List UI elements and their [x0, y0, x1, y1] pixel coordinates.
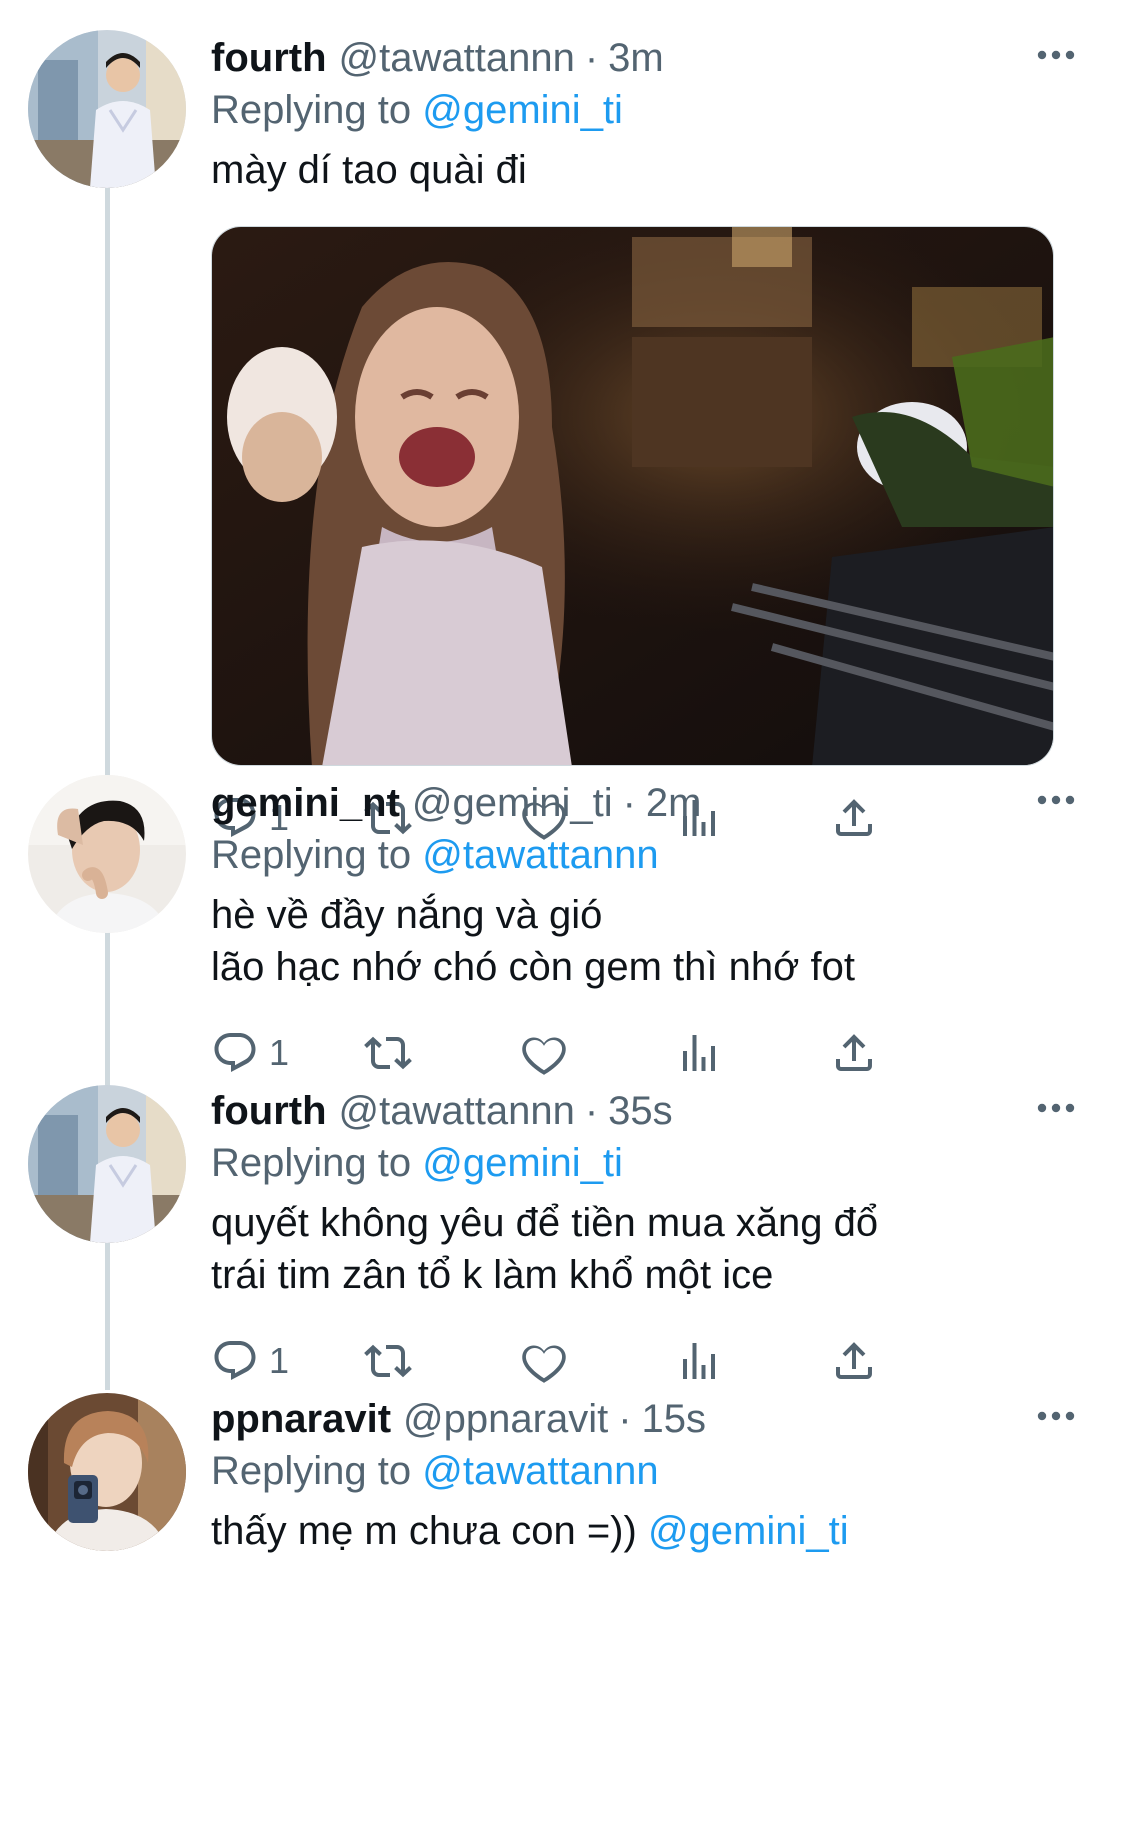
replying-to: Replying to @gemini_ti — [211, 84, 1085, 136]
mention-link[interactable]: @tawattannn — [422, 833, 658, 877]
tweet[interactable]: gemini_nt @gemini_ti · 2m Replying to @t… — [0, 775, 1125, 1075]
replying-to-label: Replying to — [211, 1449, 412, 1493]
tweet[interactable]: fourth @tawattannn · 3m Replying to @gem… — [0, 30, 1125, 870]
replying-to: Replying to @tawattannn — [211, 1445, 1085, 1497]
avatar[interactable] — [28, 30, 186, 188]
timestamp[interactable]: 15s — [642, 1393, 707, 1445]
separator: · — [584, 1089, 599, 1133]
author-handle[interactable]: @tawattannn — [339, 32, 575, 84]
replying-to-label: Replying to — [211, 1141, 412, 1185]
mention-link[interactable]: @gemini_ti — [422, 1141, 623, 1185]
author-handle[interactable]: @gemini_ti — [412, 777, 613, 829]
mention-link[interactable]: @gemini_ti — [422, 88, 623, 132]
avatar[interactable] — [28, 1393, 186, 1551]
separator: · — [584, 36, 599, 80]
heart-icon — [522, 1345, 566, 1383]
author-name[interactable]: ppnaravit — [211, 1393, 391, 1445]
replying-to: Replying to @gemini_ti — [211, 1137, 1085, 1189]
reply-icon — [214, 1033, 256, 1072]
analytics-icon — [683, 1035, 715, 1071]
author-name[interactable]: fourth — [211, 1085, 327, 1137]
like-button[interactable] — [520, 1331, 568, 1391]
tweet-text-main: thấy mẹ m chưa con =)) — [211, 1509, 648, 1553]
timestamp[interactable]: 2m — [646, 777, 702, 829]
replying-to-label: Replying to — [211, 833, 412, 877]
author-name[interactable]: gemini_nt — [211, 777, 400, 829]
reply-count: 1 — [269, 1340, 290, 1381]
tweet-text: quyết không yêu để tiền mua xăng đổ trái… — [211, 1197, 1085, 1301]
more-icon[interactable] — [1035, 779, 1077, 821]
share-icon — [836, 1342, 872, 1379]
timestamp[interactable]: 35s — [608, 1085, 673, 1137]
author-handle[interactable]: @tawattannn — [339, 1085, 575, 1137]
replying-to-label: Replying to — [211, 88, 412, 132]
more-icon[interactable] — [1035, 1087, 1077, 1129]
tweet-text-line: quyết không yêu để tiền mua xăng đổ — [211, 1201, 879, 1245]
more-icon[interactable] — [1035, 1395, 1077, 1437]
retweet-icon — [364, 1036, 412, 1070]
reply-count: 1 — [269, 1032, 290, 1073]
replying-to: Replying to @tawattannn — [211, 829, 1085, 881]
tweet-text-line: trái tim zân tổ k làm khổ một ice — [211, 1253, 774, 1297]
avatar[interactable] — [28, 775, 186, 933]
tweet-text: mày dí tao quài đi — [211, 144, 1085, 196]
views-button[interactable] — [675, 1331, 723, 1391]
heart-icon — [522, 1037, 566, 1075]
retweet-button[interactable] — [364, 1331, 412, 1391]
reply-button[interactable]: 1 — [211, 1331, 289, 1391]
share-button[interactable] — [830, 1331, 878, 1391]
author-handle[interactable]: @ppnaravit — [403, 1393, 608, 1445]
analytics-icon — [683, 1343, 715, 1379]
tweet-media-image[interactable] — [211, 226, 1054, 766]
tweet-text: hè về đầy nắng và gió lão hạc nhớ chó cò… — [211, 889, 1085, 993]
tweet-text-line: mày dí tao quài đi — [211, 148, 527, 192]
separator: · — [618, 1397, 632, 1441]
more-icon[interactable] — [1035, 34, 1077, 76]
mention-link[interactable]: @gemini_ti — [648, 1509, 849, 1553]
tweet-text: thấy mẹ m chưa con =)) @gemini_ti — [211, 1505, 1085, 1557]
tweet[interactable]: fourth @tawattannn · 35s Replying to @ge… — [0, 1085, 1125, 1383]
separator: · — [622, 781, 636, 825]
tweet-text-line: thấy mẹ m chưa con =)) @gemini_ti — [211, 1505, 1085, 1557]
tweet-text-line: lão hạc nhớ chó còn gem thì nhớ fot — [211, 945, 855, 989]
share-button[interactable] — [830, 1023, 878, 1083]
like-button[interactable] — [520, 1023, 568, 1083]
reply-icon — [214, 1341, 256, 1380]
tweet[interactable]: ppnaravit @ppnaravit · 15s Replying to @… — [0, 1393, 1125, 1593]
avatar[interactable] — [28, 1085, 186, 1243]
retweet-button[interactable] — [364, 1023, 412, 1083]
views-button[interactable] — [675, 1023, 723, 1083]
retweet-icon — [364, 1344, 412, 1378]
share-icon — [836, 1034, 872, 1071]
reply-button[interactable]: 1 — [211, 1023, 289, 1083]
timestamp[interactable]: 3m — [608, 32, 664, 84]
tweet-text-line: hè về đầy nắng và gió — [211, 893, 603, 937]
author-name[interactable]: fourth — [211, 32, 327, 84]
mention-link[interactable]: @tawattannn — [422, 1449, 658, 1493]
